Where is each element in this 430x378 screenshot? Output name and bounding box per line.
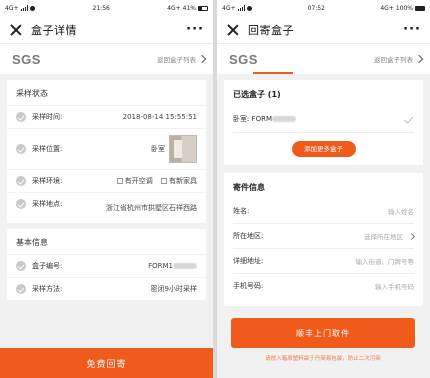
redacted-mark	[272, 116, 297, 122]
sampling-address-row: 采样地点: 浙江省杭州市拱墅区石祥西路	[7, 193, 206, 223]
selected-boxes-card: 已选盒子 (1) 卧室: FORM 添加更多盒子	[224, 80, 423, 165]
back-link-label: 返回盒子列表	[374, 56, 413, 64]
free-return-button[interactable]: 免费回寄	[0, 348, 213, 378]
row-value: 密闭9小时采样	[150, 285, 197, 293]
status-bar: 4G+ 21:56 4G+ 41%	[0, 0, 213, 16]
battery-percent: 41%	[182, 4, 196, 12]
field-label: 所在地区:	[233, 232, 264, 240]
check-circle-icon	[16, 176, 26, 186]
row-value: FORM1	[148, 262, 173, 270]
page-title: 盒子详情	[31, 23, 77, 37]
brand-row: SGS 返回盒子列表	[217, 44, 430, 74]
selected-box-item[interactable]: 卧室: FORM	[233, 106, 414, 133]
check-circle-icon	[16, 261, 26, 271]
basic-info-card: 基本信息 盒子编号: FORM1 采样方法: 密闭9小时采样	[7, 229, 206, 300]
furniture-option: 有新家具	[169, 177, 197, 185]
redacted-mark	[173, 263, 197, 269]
sf-pickup-button[interactable]: 顺丰上门取件	[231, 318, 415, 348]
chevron-right-icon	[414, 54, 424, 64]
row-value: 2018-08-14 15:55:51	[122, 113, 197, 121]
row-value: 卧室	[151, 145, 165, 153]
more-menu-button[interactable]: ···	[186, 22, 204, 37]
row-value: 浙江省杭州市拱墅区石祥西路	[106, 204, 197, 212]
box-label: 卧室: FORM	[233, 115, 273, 123]
chevron-right-icon	[197, 54, 207, 64]
check-circle-icon	[16, 284, 26, 294]
clock: 21:56	[92, 4, 110, 12]
sgs-logo: SGS	[229, 51, 258, 67]
check-circle-icon	[16, 144, 26, 154]
field-label: 手机号码:	[233, 282, 264, 290]
room-photo[interactable]	[169, 135, 197, 163]
region-field-row[interactable]: 所在地区: 选择所在地区	[233, 224, 416, 249]
checkbox-icon	[116, 178, 123, 184]
ac-option: 有开空调	[124, 177, 153, 185]
address-input[interactable]: 输入街道、门牌号等	[277, 256, 415, 266]
network-label: 4G+	[167, 4, 181, 12]
title-bar: 回寄盒子 ···	[217, 16, 430, 44]
close-icon[interactable]	[226, 23, 240, 37]
clock: 07:52	[307, 4, 325, 12]
sampling-status-card: 采样状态 采样时间: 2018-08-14 15:55:51 采样位置: 卧室 …	[7, 80, 206, 223]
row-label: 采样地点:	[32, 200, 63, 208]
row-label: 采样位置:	[32, 145, 63, 153]
row-label: 采样时间:	[32, 113, 63, 121]
signal-icon	[20, 5, 29, 11]
status-bar: 4G+ 07:52 4G+ 100%	[217, 0, 430, 16]
battery-percent: 100%	[395, 4, 413, 12]
network-label: 4G+	[380, 4, 394, 12]
field-label: 详细地址:	[233, 257, 264, 265]
battery-icon	[414, 5, 425, 11]
packaging-note: 请放入箱原塑料袋于丹简易包装，防止二次污染	[265, 356, 381, 362]
notification-icon	[247, 5, 253, 11]
notification-icon	[30, 5, 36, 11]
battery-icon	[197, 5, 208, 11]
add-more-boxes-button[interactable]: 添加更多盒子	[291, 141, 356, 157]
close-icon[interactable]	[9, 23, 23, 37]
row-label: 采样方法:	[32, 285, 63, 293]
sender-info-card: 寄件信息 姓名: 输入姓名 所在地区: 选择所在地区 详细地址: 输入街道、门牌…	[224, 173, 423, 306]
section-title: 采样状态	[7, 80, 206, 106]
phone-input[interactable]: 输入手机号码	[277, 281, 414, 291]
region-select[interactable]: 选择所在地区	[277, 231, 403, 241]
carrier-label: 4G+	[222, 4, 236, 12]
checkbox-icon	[161, 178, 167, 184]
sgs-logo: SGS	[12, 51, 41, 67]
back-to-box-list-link[interactable]: 返回盒子列表	[374, 54, 424, 64]
row-label: 采样环境:	[32, 177, 63, 185]
name-field-row: 姓名: 输入姓名	[233, 199, 414, 224]
check-circle-icon	[16, 199, 26, 209]
name-input[interactable]: 输入姓名	[277, 206, 414, 216]
sender-info-title: 寄件信息	[233, 183, 265, 192]
phone-screen-box-details: 4G+ 21:56 4G+ 41% 盒子详情 ··· SGS 返回盒子列表 采样…	[0, 0, 213, 378]
box-number-row: 盒子编号: FORM1	[7, 255, 206, 278]
address-field-row: 详细地址: 输入街道、门牌号等	[233, 249, 414, 274]
selected-boxes-title: 已选盒子 (1)	[233, 90, 281, 99]
sampling-time-row: 采样时间: 2018-08-14 15:55:51	[7, 106, 206, 129]
more-menu-button[interactable]: ···	[403, 22, 421, 37]
back-link-label: 返回盒子列表	[157, 56, 196, 64]
back-to-box-list-link[interactable]: 返回盒子列表	[157, 54, 207, 64]
phone-field-row: 手机号码: 输入手机号码	[233, 274, 414, 298]
signal-icon	[237, 5, 246, 11]
active-indicator	[253, 72, 293, 74]
field-label: 姓名:	[233, 207, 250, 215]
check-icon	[404, 114, 413, 124]
section-title: 基本信息	[7, 229, 206, 255]
brand-row: SGS 返回盒子列表	[0, 44, 213, 74]
sampling-environment-row: 采样环境: 有开空调 有新家具	[7, 170, 206, 193]
check-circle-icon	[16, 112, 26, 122]
sampling-location-row: 采样位置: 卧室	[7, 129, 206, 170]
page-title: 回寄盒子	[248, 23, 294, 37]
row-label: 盒子编号:	[32, 262, 63, 270]
title-bar: 盒子详情 ···	[0, 16, 213, 44]
carrier-label: 4G+	[5, 4, 19, 12]
chevron-right-icon	[407, 232, 416, 240]
sampling-method-row: 采样方法: 密闭9小时采样	[7, 278, 206, 300]
